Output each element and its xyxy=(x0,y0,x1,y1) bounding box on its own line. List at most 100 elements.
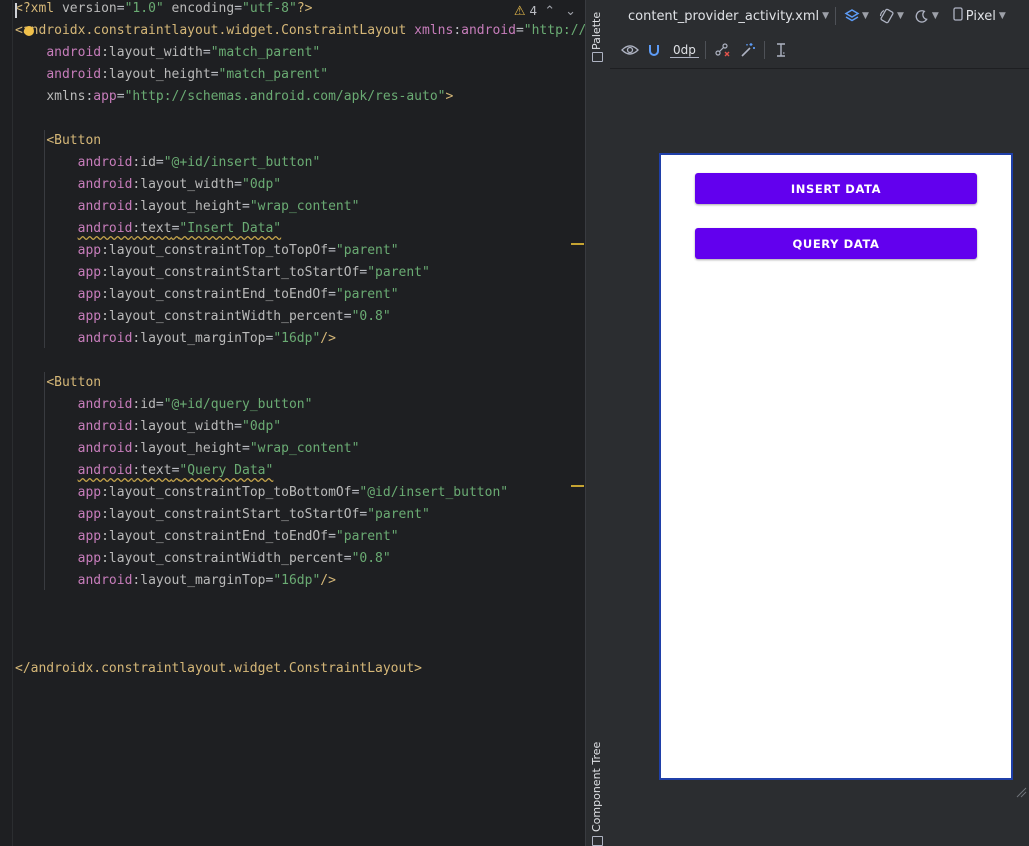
code-token: "parent" xyxy=(367,507,430,522)
code-token: = xyxy=(242,199,250,214)
code-token: <Button xyxy=(46,133,102,148)
code-line[interactable]: android:layout_width="0dp" xyxy=(15,416,585,438)
code-token: "match_parent" xyxy=(210,45,321,60)
component-tree-icon[interactable] xyxy=(592,836,603,846)
code-line[interactable]: android:text="Query Data" xyxy=(15,460,585,482)
code-line[interactable] xyxy=(15,108,585,130)
code-token: <?xml xyxy=(15,1,62,16)
code-token: = xyxy=(343,309,352,324)
xml-code[interactable]: <?xml version="1.0" encoding="utf-8"?> <a… xyxy=(15,0,585,680)
code-token: = xyxy=(515,23,524,38)
code-line[interactable]: app:layout_constraintWidth_percent="0.8" xyxy=(15,548,585,570)
eye-icon[interactable] xyxy=(620,40,640,60)
code-token: :layout_width xyxy=(132,419,235,434)
code-token: <Button xyxy=(46,375,102,390)
code-line[interactable]: android:layout_height="wrap_content" xyxy=(15,196,585,218)
code-token: = xyxy=(202,45,211,60)
lightbulb-icon[interactable] xyxy=(24,26,34,36)
chevron-down-icon[interactable]: ▼ xyxy=(932,11,939,21)
code-token: = xyxy=(155,397,164,412)
code-token: xmlns xyxy=(46,89,86,104)
code-line[interactable]: app:layout_constraintWidth_percent="0.8" xyxy=(15,306,585,328)
insert-data-button[interactable]: INSERT DATA xyxy=(695,173,977,204)
default-margin-field[interactable]: 0dp xyxy=(670,43,699,58)
code-line[interactable]: android:text="Insert Data" xyxy=(15,218,585,240)
inspection-widget[interactable]: ⚠ 4 ⌃ ⌄ xyxy=(507,0,579,22)
code-token: android xyxy=(77,199,133,214)
chevron-down-icon: ▼ xyxy=(822,11,830,21)
warning-marker[interactable] xyxy=(571,485,584,487)
code-token: android xyxy=(77,573,133,588)
code-line[interactable] xyxy=(15,350,585,372)
code-line[interactable]: app:layout_constraintStart_toStartOf="pa… xyxy=(15,262,585,284)
code-line[interactable]: android:layout_marginTop="16dp"/> xyxy=(15,328,585,350)
code-editor[interactable]: <?xml version="1.0" encoding="utf-8"?> <a… xyxy=(0,0,585,846)
code-token: :layout_width xyxy=(101,45,203,60)
code-line[interactable]: android:layout_height="match_parent" xyxy=(15,64,585,86)
chevron-down-icon[interactable]: ⌄ xyxy=(562,4,579,19)
code-line[interactable]: </androidx.constraintlayout.widget.Const… xyxy=(15,658,585,680)
code-token: app xyxy=(93,89,117,104)
code-line[interactable]: android:layout_width="0dp" xyxy=(15,174,585,196)
code-token: "0.8" xyxy=(351,309,391,324)
code-line[interactable] xyxy=(15,636,585,658)
editor-gutter[interactable] xyxy=(0,0,13,846)
code-token: :layout_width xyxy=(132,177,235,192)
chevron-down-icon[interactable]: ▼ xyxy=(862,11,869,21)
code-line[interactable] xyxy=(15,614,585,636)
code-line[interactable]: <?xml version="1.0" encoding="utf-8"?> xyxy=(15,0,585,20)
warning-marker[interactable] xyxy=(571,243,584,245)
query-data-button[interactable]: QUERY DATA xyxy=(695,228,977,259)
code-line[interactable]: android:id="@+id/query_button" xyxy=(15,394,585,416)
device-selector[interactable]: Pixel ▼ xyxy=(953,7,1006,25)
code-line[interactable]: android:layout_marginTop="16dp"/> xyxy=(15,570,585,592)
code-line[interactable]: xmlns:app="http://schemas.android.com/ap… xyxy=(15,86,585,108)
code-line[interactable]: android:layout_width="match_parent" xyxy=(15,42,585,64)
code-token: :layout_constraintWidth_percent xyxy=(101,551,344,566)
code-line[interactable]: app:layout_constraintTop_toBottomOf="@id… xyxy=(15,482,585,504)
component-tree-tab[interactable]: Component Tree xyxy=(590,742,603,832)
code-line[interactable] xyxy=(15,592,585,614)
device-preview[interactable]: INSERT DATA QUERY DATA xyxy=(659,153,1013,780)
code-line[interactable]: app:layout_constraintEnd_toEndOf="parent… xyxy=(15,526,585,548)
palette-tab[interactable]: Palette xyxy=(590,12,603,50)
chevron-down-icon[interactable]: ▼ xyxy=(897,11,904,21)
palette-icon[interactable] xyxy=(592,52,603,62)
code-token: app xyxy=(77,507,102,522)
code-line[interactable]: android:layout_height="wrap_content" xyxy=(15,438,585,460)
code-token: android xyxy=(77,419,133,434)
code-token: app xyxy=(77,309,102,324)
code-line[interactable]: app:layout_constraintStart_toStartOf="pa… xyxy=(15,504,585,526)
code-line[interactable]: <Button xyxy=(15,130,585,152)
code-token: app xyxy=(77,243,102,258)
code-token: "parent" xyxy=(367,265,430,280)
code-line[interactable]: app:layout_constraintTop_toTopOf="parent… xyxy=(15,240,585,262)
code-token: "http://schemas.android.com/apk/res-auto… xyxy=(124,89,446,104)
resize-handle-icon[interactable] xyxy=(1015,786,1027,798)
rotate-icon[interactable] xyxy=(877,6,897,26)
chevron-down-icon: ▼ xyxy=(998,11,1006,21)
layers-icon[interactable] xyxy=(842,6,862,26)
magic-wand-icon[interactable] xyxy=(738,40,758,60)
design-canvas[interactable]: INSERT DATA QUERY DATA xyxy=(610,69,1029,846)
file-selector[interactable]: content_provider_activity.xml ▼ xyxy=(628,9,829,24)
code-line[interactable]: app:layout_constraintEnd_toEndOf="parent… xyxy=(15,284,585,306)
clear-constraints-icon[interactable] xyxy=(712,40,732,60)
side-tool-strip: Palette Component Tree xyxy=(585,0,611,846)
chevron-up-icon[interactable]: ⌃ xyxy=(541,4,558,19)
code-line[interactable]: <Button xyxy=(15,372,585,394)
layout-design-panel: content_provider_activity.xml ▼ ▼ ▼ ▼ Pi… xyxy=(610,0,1029,846)
moon-icon[interactable] xyxy=(912,6,932,26)
code-token: :layout_constraintWidth_percent xyxy=(101,309,344,324)
magnet-icon[interactable] xyxy=(644,40,664,60)
code-line[interactable]: <androidx.constraintlayout.widget.Constr… xyxy=(15,20,585,42)
code-line[interactable]: android:id="@+id/insert_button" xyxy=(15,152,585,174)
guideline-icon[interactable] xyxy=(771,40,791,60)
